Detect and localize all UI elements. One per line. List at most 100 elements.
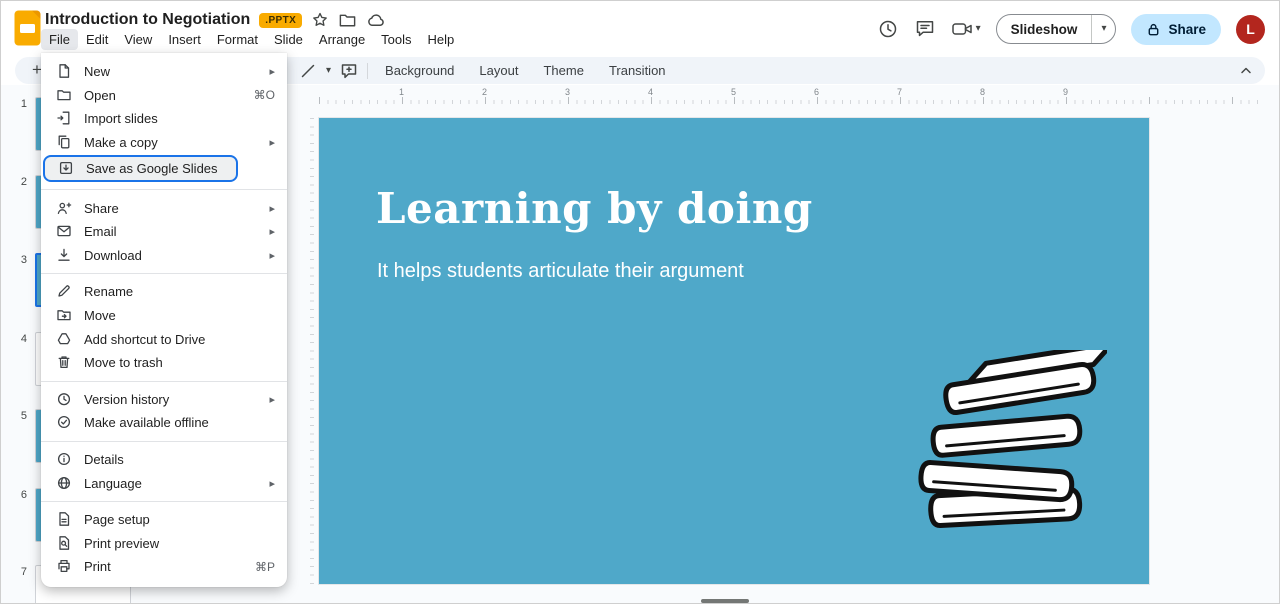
line-tool-caret-icon[interactable]: ▾	[326, 66, 331, 76]
star-icon[interactable]	[311, 11, 329, 29]
comments-icon[interactable]	[914, 18, 936, 40]
menu-file[interactable]: File	[41, 29, 78, 50]
google-slides-app: Introduction to Negotiation .PPTX File E…	[0, 0, 1280, 604]
ruler-mark: 9	[1063, 87, 1068, 97]
file-menu-item-details[interactable]: Details	[41, 448, 287, 472]
horizontal-scrollbar-thumb[interactable]	[701, 599, 749, 603]
file-menu-item-move-to-trash[interactable]: Move to trash	[41, 351, 287, 375]
toolbar-right-group: ▾ Background Layout Theme Transition	[299, 57, 674, 84]
submenu-arrow-icon: ▸	[269, 249, 275, 262]
file-menu-item-save-as-google-slides[interactable]: Save as Google Slides	[43, 155, 238, 182]
menu-separator	[41, 273, 287, 274]
file-menu-item-make-available-offline[interactable]: Make available offline	[41, 411, 287, 435]
offline-check-icon	[56, 414, 73, 431]
import-slides-icon	[56, 110, 73, 127]
share-button-label: Share	[1168, 22, 1206, 37]
file-type-badge: .PPTX	[259, 13, 302, 28]
submenu-arrow-icon: ▸	[269, 477, 275, 490]
document-title[interactable]: Introduction to Negotiation	[45, 11, 250, 29]
ruler-mark: 2	[482, 87, 487, 97]
menu-separator	[41, 501, 287, 502]
shortcut-label: ⌘P	[255, 560, 275, 574]
add-comment-icon[interactable]	[340, 62, 358, 80]
slide-number: 6	[9, 488, 27, 501]
slideshow-button[interactable]: Slideshow	[997, 15, 1092, 43]
file-menu-item-open[interactable]: Open ⌘O	[41, 84, 287, 108]
new-document-icon	[56, 63, 73, 80]
menu-insert[interactable]: Insert	[160, 29, 209, 50]
file-menu-item-print[interactable]: Print ⌘P	[41, 555, 287, 579]
file-menu-item-rename[interactable]: Rename	[41, 280, 287, 304]
theme-button[interactable]: Theme	[535, 60, 591, 81]
menu-arrange[interactable]: Arrange	[311, 29, 373, 50]
menu-tools[interactable]: Tools	[373, 29, 419, 50]
drive-shortcut-icon	[56, 331, 73, 348]
file-menu-item-add-shortcut-to-drive[interactable]: Add shortcut to Drive	[41, 327, 287, 351]
meet-camera-button[interactable]: ▾	[951, 18, 981, 40]
layout-button[interactable]: Layout	[471, 60, 526, 81]
slide-subtitle-textbox[interactable]: It helps students articulate their argum…	[377, 260, 744, 283]
menu-view[interactable]: View	[116, 29, 160, 50]
file-menu-item-download[interactable]: Download ▸	[41, 244, 287, 268]
ruler-mark: 1	[399, 87, 404, 97]
horizontal-ruler: 1 2 3 4 5 6 7 8 9	[319, 89, 1263, 104]
menu-slide[interactable]: Slide	[266, 29, 311, 50]
menu-help[interactable]: Help	[420, 29, 463, 50]
file-menu-item-make-a-copy[interactable]: Make a copy ▸	[41, 131, 287, 155]
ruler-mark: 6	[814, 87, 819, 97]
file-menu-item-move[interactable]: Move	[41, 304, 287, 328]
email-icon	[56, 223, 73, 240]
menu-edit[interactable]: Edit	[78, 29, 116, 50]
copy-icon	[56, 134, 73, 151]
file-menu-item-print-preview[interactable]: Print preview	[41, 532, 287, 556]
slide-number: 2	[9, 175, 27, 188]
slide-title-textbox[interactable]: Learning by doing	[376, 184, 813, 233]
slide-number: 5	[9, 409, 27, 422]
version-history-icon[interactable]	[877, 18, 899, 40]
file-menu-item-language[interactable]: Language ▸	[41, 471, 287, 495]
books-clipart[interactable]	[907, 350, 1107, 540]
file-menu-item-new[interactable]: New ▸	[41, 60, 287, 84]
share-button[interactable]: Share	[1131, 14, 1221, 45]
info-icon	[56, 451, 73, 468]
menu-format[interactable]: Format	[209, 29, 266, 50]
open-folder-icon	[56, 87, 73, 104]
rename-pencil-icon	[56, 283, 73, 300]
transition-button[interactable]: Transition	[601, 60, 674, 81]
slide-number: 1	[9, 97, 27, 110]
slide-number: 7	[9, 565, 27, 578]
ruler-mark: 5	[731, 87, 736, 97]
vertical-ruler	[304, 118, 314, 584]
hide-menus-chevron-icon[interactable]	[1237, 61, 1255, 79]
slide-canvas[interactable]: Learning by doing It helps students arti…	[319, 118, 1149, 584]
account-avatar[interactable]: L	[1236, 15, 1265, 44]
language-globe-icon	[56, 475, 73, 492]
page-setup-icon	[56, 511, 73, 528]
file-menu-item-page-setup[interactable]: Page setup	[41, 508, 287, 532]
lock-icon	[1146, 22, 1161, 37]
menu-bar: File Edit View Insert Format Slide Arran…	[41, 29, 462, 50]
caret-down-icon: ▾	[976, 24, 981, 34]
ruler-mark: 7	[897, 87, 902, 97]
file-menu-item-share[interactable]: Share ▸	[41, 196, 287, 220]
file-menu-item-version-history[interactable]: Version history ▸	[41, 388, 287, 412]
background-button[interactable]: Background	[377, 60, 462, 81]
submenu-arrow-icon: ▸	[269, 136, 275, 149]
shortcut-label: ⌘O	[254, 88, 275, 102]
file-menu-item-import-slides[interactable]: Import slides	[41, 107, 287, 131]
menu-separator	[41, 441, 287, 442]
line-tool-icon[interactable]	[299, 62, 317, 80]
cloud-status-icon[interactable]	[366, 10, 386, 30]
slideshow-split-button: Slideshow ▾	[996, 14, 1117, 44]
document-title-row: Introduction to Negotiation .PPTX	[45, 9, 386, 31]
video-camera-icon	[951, 18, 973, 40]
slideshow-options-button[interactable]: ▾	[1092, 15, 1115, 43]
submenu-arrow-icon: ▸	[269, 65, 275, 78]
submenu-arrow-icon: ▸	[269, 393, 275, 406]
move-to-folder-icon[interactable]	[338, 11, 357, 30]
slides-logo-icon[interactable]	[14, 10, 41, 46]
move-folder-icon	[56, 307, 73, 324]
file-menu-item-email[interactable]: Email ▸	[41, 220, 287, 244]
save-as-google-slides-icon	[58, 160, 75, 177]
share-person-icon	[56, 200, 73, 217]
